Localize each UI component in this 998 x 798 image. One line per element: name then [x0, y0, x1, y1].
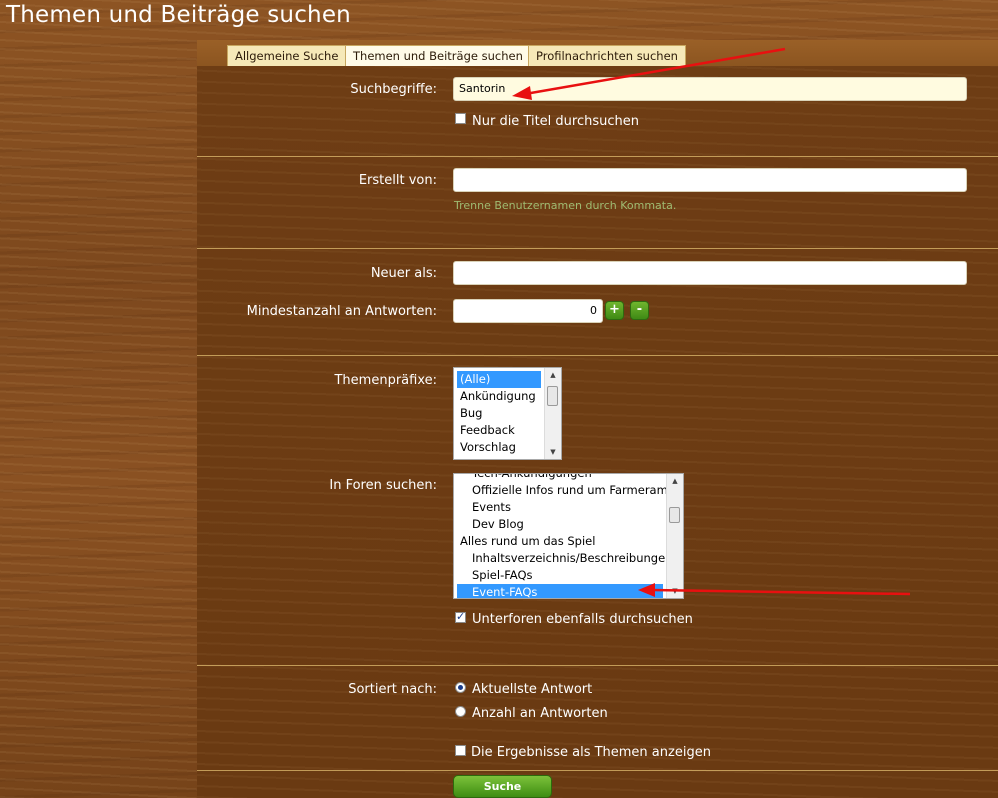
annotation-arrows	[512, 47, 911, 597]
annotation-arrow-keywords	[512, 47, 786, 100]
annotation-arrow-event-faqs	[638, 583, 911, 597]
